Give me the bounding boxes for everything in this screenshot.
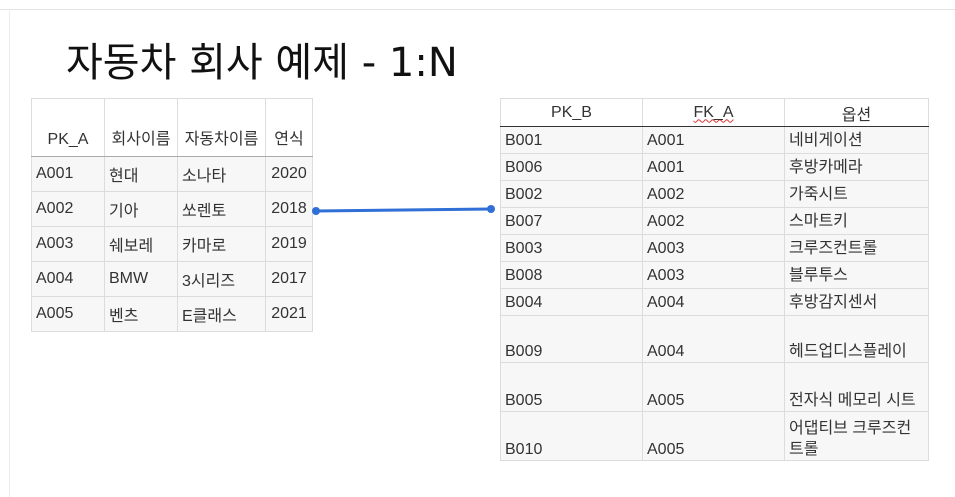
cell-option[interactable]: 크루즈컨트롤 [784,234,929,262]
cell-option[interactable]: 후방감지센서 [784,288,929,316]
cell-fk-a[interactable]: A001 [642,126,785,154]
table-row: B005 A005 전자식 메모리 시트 [500,362,929,412]
cell-pk-b[interactable]: B004 [500,288,643,316]
table-row: B004 A004 후방감지센서 [500,288,929,316]
option-table-header: PK_B FK_A 옵션 [500,98,929,127]
cell-option[interactable]: 어댑티브 크루즈컨트롤 [784,411,929,461]
table-row: B007 A002 스마트키 [500,207,929,235]
header-option[interactable]: 옵션 [784,98,929,127]
connector-end-handle[interactable] [487,205,495,213]
cell-option[interactable]: 블루투스 [784,261,929,289]
cell-pk-b[interactable]: B008 [500,261,643,289]
option-table[interactable]: PK_B FK_A 옵션 B001 A001 네비게이션 B006 A001 후… [500,98,929,461]
cell-pk-b[interactable]: B003 [500,234,643,262]
cell-pk-b[interactable]: B010 [500,411,643,461]
cell-pk-b[interactable]: B006 [500,153,643,181]
cell-option[interactable]: 후방카메라 [784,153,929,181]
cell-fk-a[interactable]: A004 [642,315,785,363]
connector-start-handle[interactable] [312,207,320,215]
cell-option[interactable]: 전자식 메모리 시트 [784,362,929,412]
cell-fk-a[interactable]: A002 [642,180,785,208]
cell-option[interactable]: 헤드업디스플레이 [784,315,929,363]
cell-fk-a[interactable]: A004 [642,288,785,316]
cell-option[interactable]: 가죽시트 [784,180,929,208]
cell-fk-a[interactable]: A005 [642,411,785,461]
table-row: B003 A003 크루즈컨트롤 [500,234,929,262]
cell-fk-a[interactable]: A002 [642,207,785,235]
header-fk-a-label: FK_A [693,103,734,121]
cell-fk-a[interactable]: A001 [642,153,785,181]
cell-fk-a[interactable]: A003 [642,234,785,262]
cell-option[interactable]: 스마트키 [784,207,929,235]
cell-pk-b[interactable]: B007 [500,207,643,235]
table-row: B009 A004 헤드업디스플레이 [500,315,929,363]
header-fk-a[interactable]: FK_A [642,98,785,127]
cell-pk-b[interactable]: B002 [500,180,643,208]
connector-line[interactable] [315,207,492,213]
table-row: B001 A001 네비게이션 [500,126,929,154]
header-pk-b[interactable]: PK_B [500,98,643,127]
cell-pk-b[interactable]: B005 [500,362,643,412]
table-row: B006 A001 후방카메라 [500,153,929,181]
table-row: B010 A005 어댑티브 크루즈컨트롤 [500,411,929,461]
cell-pk-b[interactable]: B001 [500,126,643,154]
cell-fk-a[interactable]: A005 [642,362,785,412]
table-row: B002 A002 가죽시트 [500,180,929,208]
cell-option[interactable]: 네비게이션 [784,126,929,154]
cell-pk-b[interactable]: B009 [500,315,643,363]
table-row: B008 A003 블루투스 [500,261,929,289]
cell-fk-a[interactable]: A003 [642,261,785,289]
